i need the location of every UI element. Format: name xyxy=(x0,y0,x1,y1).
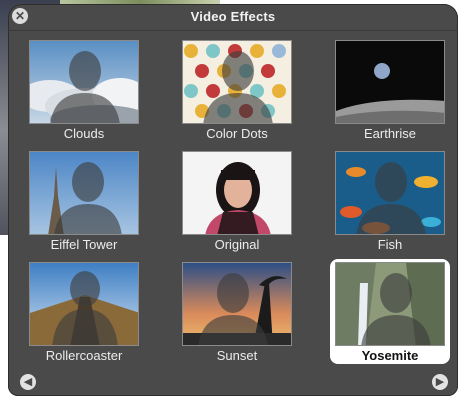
effect-color-dots[interactable]: Color Dots xyxy=(177,37,297,142)
effects-grid: Clouds Color Dots Earthrise Eiffel Tower… xyxy=(24,37,450,367)
effect-thumbnail xyxy=(182,40,292,124)
effect-label: Clouds xyxy=(63,126,105,141)
right-arrow-icon[interactable]: ▶ xyxy=(432,374,448,390)
effect-thumbnail xyxy=(335,262,445,346)
video-effects-panel: ✕ Video Effects Clouds Color Dots Earthr… xyxy=(8,4,458,396)
effect-thumbnail xyxy=(182,151,292,235)
effect-thumbnail xyxy=(29,151,139,235)
effect-label: Sunset xyxy=(216,348,258,363)
effect-label: Yosemite xyxy=(361,348,419,363)
effect-original[interactable]: Original xyxy=(177,148,297,253)
effect-thumbnail xyxy=(335,151,445,235)
effect-thumbnail xyxy=(182,262,292,346)
effect-thumbnail xyxy=(29,262,139,346)
effect-sunset[interactable]: Sunset xyxy=(177,259,297,364)
title-bar: ✕ Video Effects xyxy=(8,4,458,31)
effect-rollercoaster[interactable]: Rollercoaster xyxy=(24,259,144,364)
effect-label: Rollercoaster xyxy=(45,348,123,363)
left-arrow-icon[interactable]: ◀ xyxy=(20,374,36,390)
effect-label: Fish xyxy=(377,237,403,252)
effect-label: Original xyxy=(214,237,260,252)
effect-clouds[interactable]: Clouds xyxy=(24,37,144,142)
window-title: Video Effects xyxy=(190,9,276,24)
effect-yosemite[interactable]: Yosemite xyxy=(330,259,450,364)
effect-label: Color Dots xyxy=(206,126,268,141)
effect-label: Eiffel Tower xyxy=(50,237,118,252)
effect-eiffel-tower[interactable]: Eiffel Tower xyxy=(24,148,144,253)
effect-thumbnail xyxy=(335,40,445,124)
effect-fish[interactable]: Fish xyxy=(330,148,450,253)
effect-label: Earthrise xyxy=(363,126,417,141)
effect-earthrise[interactable]: Earthrise xyxy=(330,37,450,142)
effect-thumbnail xyxy=(29,40,139,124)
